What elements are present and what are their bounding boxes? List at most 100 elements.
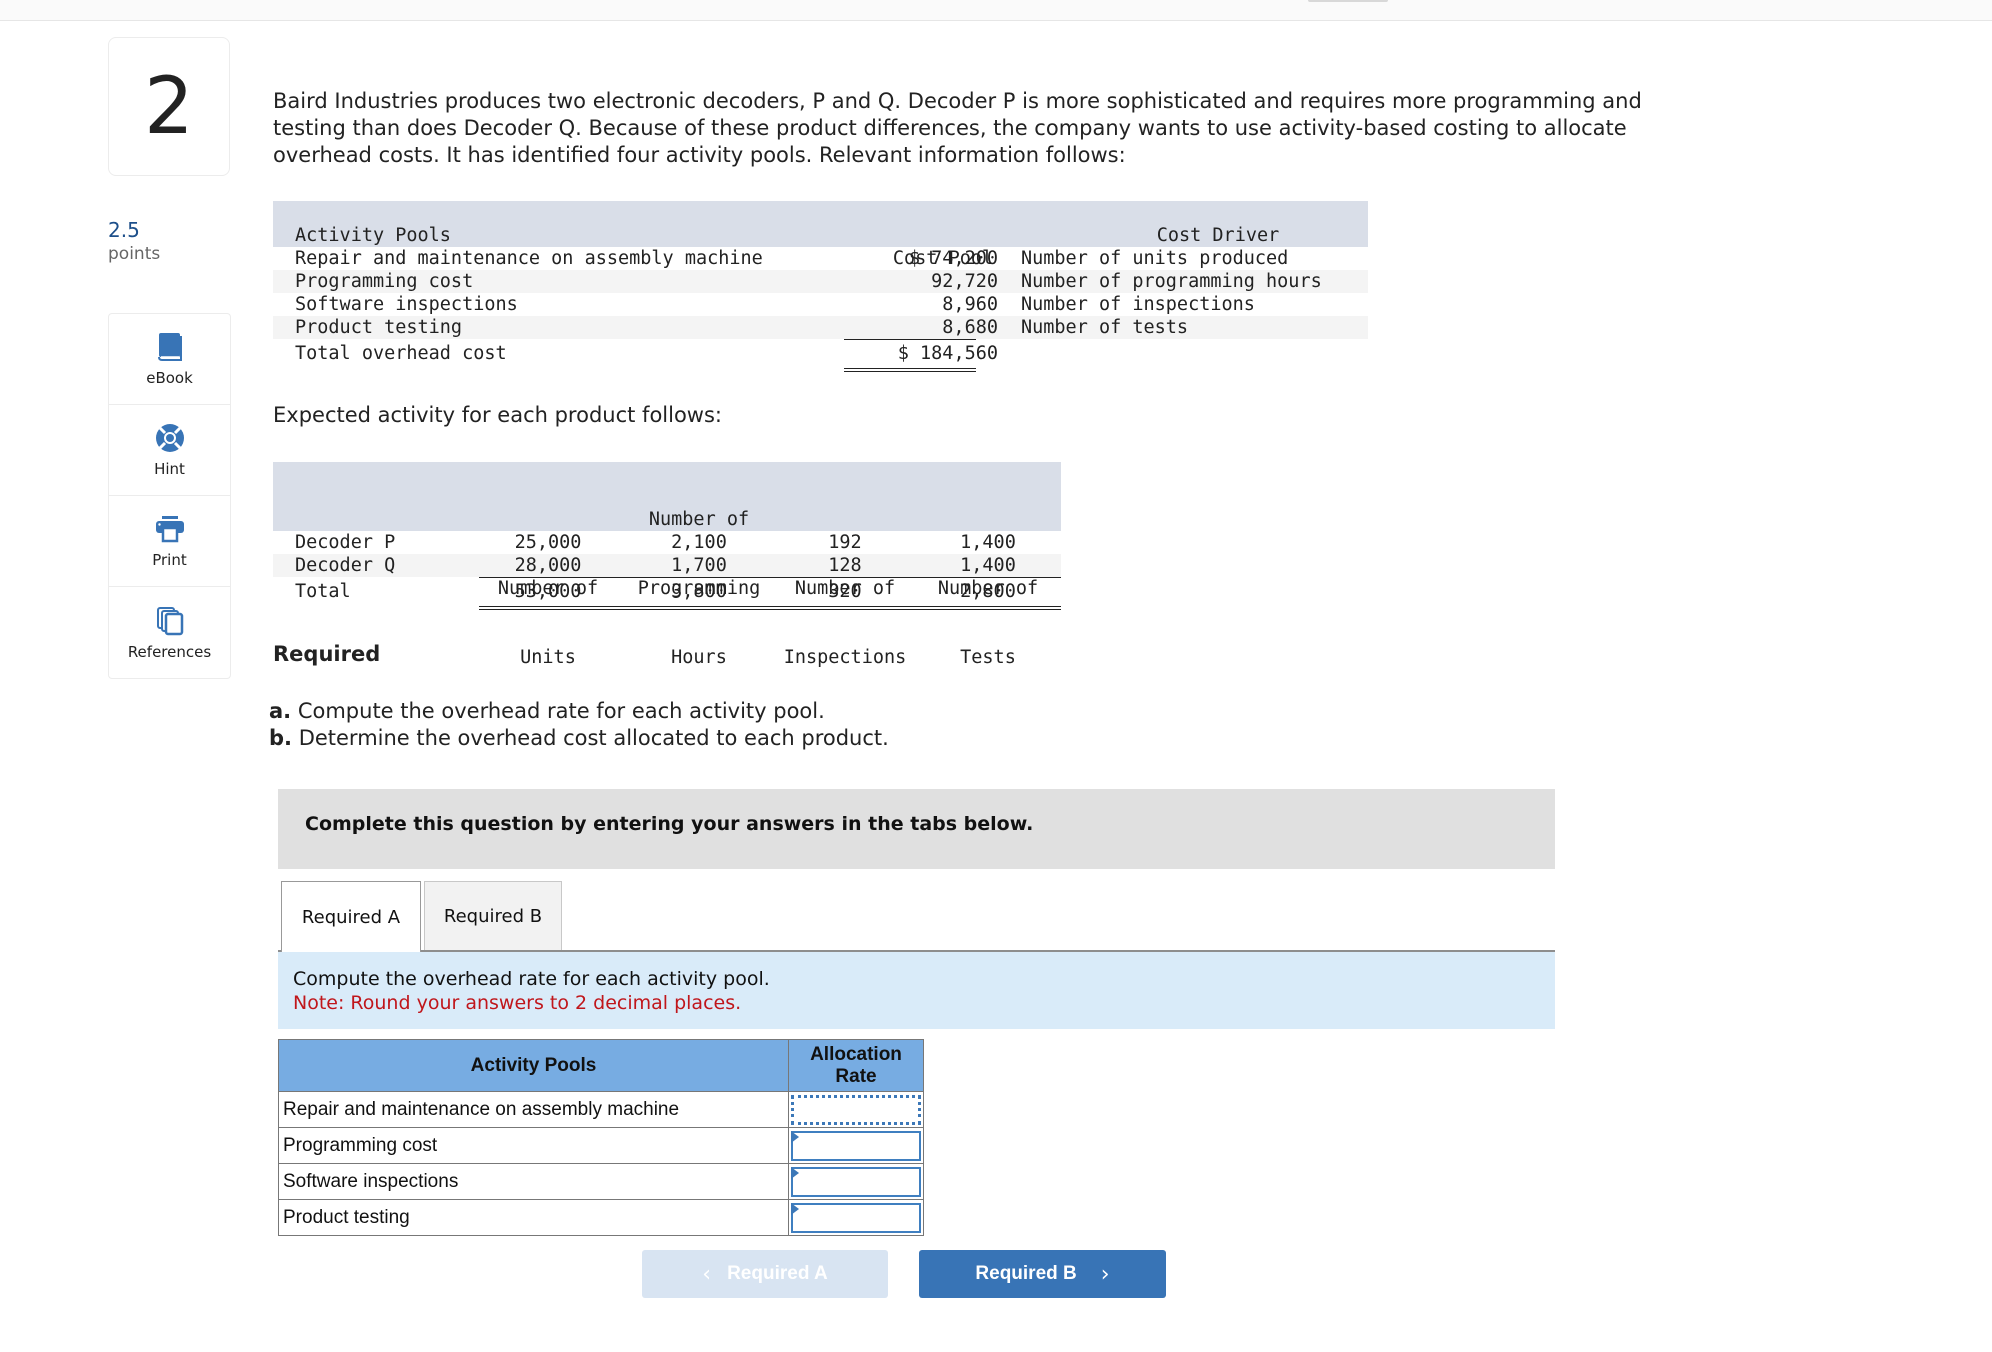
row-driver: Number of tests <box>1021 317 1189 338</box>
activity-total-row: Total 53,000 3,800 320 2,800 <box>273 577 1061 610</box>
tab-required-a[interactable]: Required A <box>281 881 421 952</box>
points-value: 2.5 <box>108 218 140 242</box>
next-label: Required B <box>975 1263 1077 1284</box>
item-text: Determine the overhead cost allocated to… <box>292 726 889 750</box>
cell-tests: 1,400 <box>960 532 1016 553</box>
row-pool: Product testing <box>295 317 463 338</box>
prev-required-a-button[interactable]: ‹ Required A <box>642 1250 888 1298</box>
answer-row: Software inspections <box>278 1163 924 1200</box>
print-button[interactable]: Print <box>109 496 230 587</box>
cost-table-total-row: Total overhead cost $ 184,560 <box>273 339 1368 372</box>
pool-name: Programming cost <box>278 1127 789 1164</box>
tools-panel: eBook Hint Print References <box>108 313 231 679</box>
rate-cell <box>788 1127 924 1164</box>
rate-input-software[interactable] <box>791 1166 921 1197</box>
rate-cell <box>788 1163 924 1200</box>
documents-icon <box>154 605 186 637</box>
printer-icon <box>154 513 186 545</box>
total-double-underline <box>844 368 976 372</box>
rate-input-field[interactable] <box>793 1204 919 1231</box>
total-double-underline <box>479 606 1061 610</box>
cell-units: 28,000 <box>514 555 582 576</box>
rate-cell <box>788 1091 924 1128</box>
ebook-button[interactable]: eBook <box>109 314 230 405</box>
rate-input-testing[interactable] <box>791 1202 921 1233</box>
row-total: 8,680 <box>942 317 998 338</box>
instructions-banner: Complete this question by entering your … <box>278 789 1555 869</box>
answer-tabs: Required A Required B <box>281 881 562 952</box>
cell-hours: 1,700 <box>671 555 727 576</box>
references-button[interactable]: References <box>109 587 230 678</box>
cell-hours: 2,100 <box>671 532 727 553</box>
ebook-label: eBook <box>146 369 193 387</box>
header-line <box>775 508 915 531</box>
book-icon <box>154 331 186 363</box>
item-marker: a. <box>269 699 292 723</box>
top-bar <box>0 0 1992 21</box>
top-bar-handle[interactable] <box>1308 0 1388 2</box>
input-flag-icon <box>791 1130 799 1143</box>
total-value: $ 184,560 <box>897 343 998 364</box>
rate-input-field[interactable] <box>794 1097 918 1122</box>
required-item-b: b. Determine the overhead cost allocated… <box>269 725 889 752</box>
input-flag-icon <box>791 1202 799 1215</box>
answer-row: Product testing <box>278 1199 924 1236</box>
rate-input-field[interactable] <box>793 1168 919 1195</box>
required-list: a. Compute the overhead rate for each ac… <box>269 698 889 752</box>
instruction-text: Compute the overhead rate for each activ… <box>293 968 770 990</box>
rate-input-programming[interactable] <box>791 1130 921 1161</box>
prev-label: Required A <box>727 1263 828 1284</box>
lifebuoy-icon <box>154 422 186 454</box>
print-label: Print <box>152 551 187 569</box>
cell-inspections: 192 <box>828 532 862 553</box>
rate-input-field[interactable] <box>793 1132 919 1159</box>
rate-input-repair[interactable] <box>791 1094 921 1125</box>
rounding-note: Note: Round your answers to 2 decimal pl… <box>293 992 742 1014</box>
allocation-rate-table: Activity Pools Allocation Rate Repair an… <box>278 1039 924 1236</box>
cost-table-header: Activity Pools Cost Pool Total Cost Driv… <box>273 201 1368 338</box>
cell-inspections: 320 <box>828 581 862 602</box>
header-line: Number of <box>648 509 750 530</box>
row-pool: Programming cost <box>295 271 474 292</box>
required-heading: Required <box>273 642 381 666</box>
cost-table-row: Repair and maintenance on assembly machi… <box>273 247 1368 270</box>
cost-table-row: Product testing 8,680 Number of tests <box>273 316 1368 339</box>
header-line <box>915 508 1061 531</box>
tab-instruction-box: Compute the overhead rate for each activ… <box>278 952 1555 1029</box>
question-number: 2 <box>108 37 230 176</box>
tab-required-b[interactable]: Required B <box>424 881 562 951</box>
item-text: Compute the overhead rate for each activ… <box>291 699 825 723</box>
expected-activity-table: Number of Units Number of Programming Ho… <box>273 462 1061 668</box>
rate-cell <box>788 1199 924 1236</box>
references-label: References <box>127 642 212 661</box>
header-line: Tests <box>960 647 1016 668</box>
header-line: Allocation <box>810 1043 902 1065</box>
activity-table-header: Number of Units Number of Programming Ho… <box>273 462 1061 668</box>
header-line: Units <box>520 647 576 668</box>
header-line: Rate <box>835 1065 877 1087</box>
header-line <box>473 508 623 531</box>
total-label: Total overhead cost <box>295 343 507 364</box>
hint-button[interactable]: Hint <box>109 405 230 496</box>
pool-name: Product testing <box>278 1199 789 1236</box>
input-flag-icon <box>791 1166 799 1179</box>
cell-units: 53,000 <box>514 581 582 602</box>
answer-row: Repair and maintenance on assembly machi… <box>278 1091 924 1128</box>
chevron-right-icon: › <box>1100 1261 1110 1287</box>
row-label: Decoder Q <box>295 555 396 576</box>
question-intro: Baird Industries produces two electronic… <box>273 89 1642 167</box>
row-driver: Number of units produced <box>1021 248 1289 269</box>
cost-table-row: Software inspections 8,960 Number of ins… <box>273 293 1368 316</box>
cell-units: 25,000 <box>514 532 582 553</box>
row-total: 8,960 <box>942 294 998 315</box>
cost-table-row: Programming cost 92,720 Number of progra… <box>273 270 1368 293</box>
cell-inspections: 128 <box>828 555 862 576</box>
header-line: Inspections <box>783 647 907 668</box>
cost-pool-table: Activity Pools Cost Pool Total Cost Driv… <box>273 201 1368 372</box>
row-driver: Number of inspections <box>1021 294 1255 315</box>
item-marker: b. <box>269 726 293 750</box>
header-activity-pools: Activity Pools <box>295 225 451 246</box>
row-label: Total <box>295 581 351 602</box>
next-required-b-button[interactable]: Required B › <box>919 1250 1166 1298</box>
answer-row: Programming cost <box>278 1127 924 1164</box>
